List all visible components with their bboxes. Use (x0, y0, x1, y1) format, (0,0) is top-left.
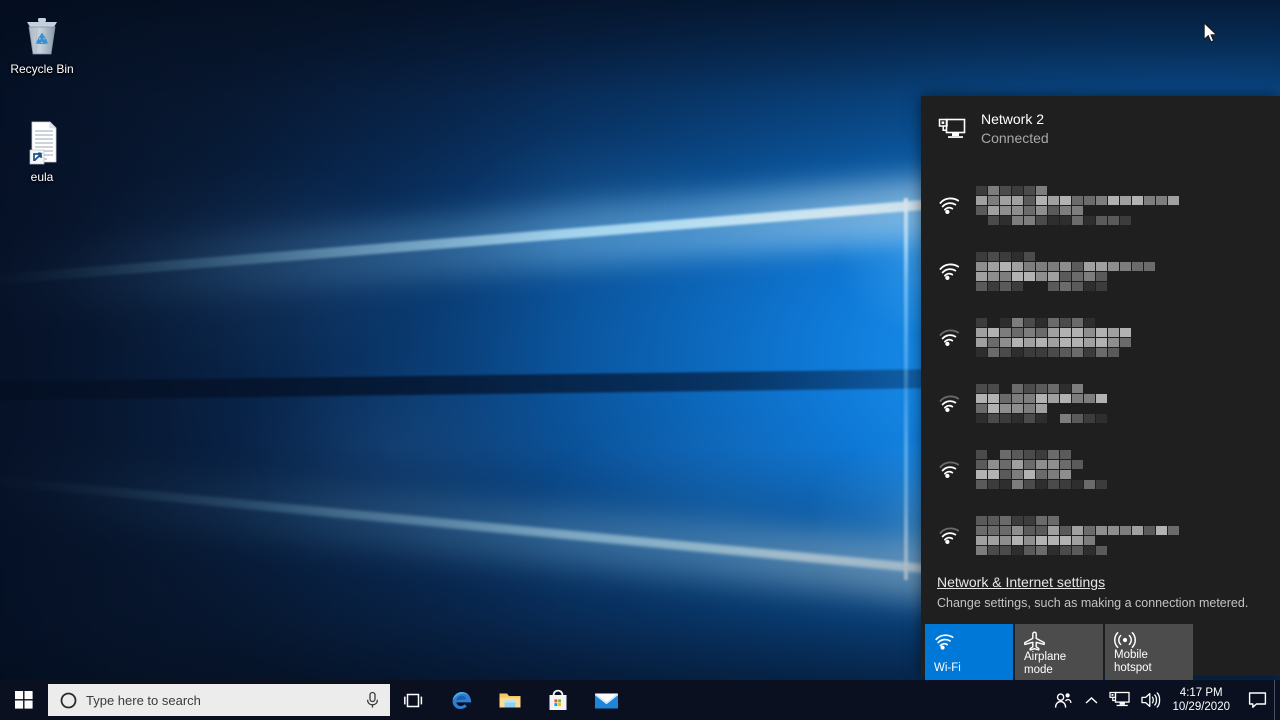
network-settings-section: Network & Internet settings Change setti… (921, 568, 1280, 624)
clock-date: 10/29/2020 (1172, 701, 1230, 713)
wifi-icon (937, 324, 963, 350)
tile-label: Airplane mode (1024, 651, 1067, 676)
task-view-icon (404, 693, 423, 707)
tile-label: Mobile hotspot (1114, 649, 1184, 675)
wifi-icon (937, 258, 963, 284)
tile-mobile-hotspot[interactable]: Mobile hotspot (1105, 624, 1193, 682)
network-internet-settings-link[interactable]: Network & Internet settings (937, 572, 1105, 592)
cortana-circle-icon (60, 692, 77, 708)
network-list-item[interactable] (921, 172, 1280, 238)
network-settings-description: Change settings, such as making a connec… (937, 596, 1249, 610)
microphone-icon (366, 691, 379, 708)
network-list-item[interactable] (921, 238, 1280, 304)
show-desktop-button[interactable] (1274, 680, 1280, 720)
connected-network-name: Network 2 (981, 111, 1045, 127)
taskbar-clock[interactable]: 4:17 PM 10/29/2020 (1166, 680, 1240, 720)
broadcast-icon (1114, 631, 1184, 649)
tray-volume-icon[interactable] (1135, 680, 1166, 720)
network-list-item[interactable] (921, 304, 1280, 370)
network-list-item[interactable] (921, 436, 1280, 502)
network-ssid-redacted (976, 317, 1131, 357)
airplane-icon (1024, 631, 1094, 651)
text-document-shortcut-icon (4, 118, 80, 166)
recycle-bin-icon (4, 10, 80, 58)
network-ssid-redacted (976, 449, 1107, 489)
taskbar: Type here to search 4:17 PM 10/29/2020 (0, 680, 1280, 720)
taskbar-app-file-explorer[interactable] (486, 680, 534, 720)
desktop-icon-eula[interactable]: eula (4, 118, 80, 185)
search-box[interactable]: Type here to search (48, 684, 390, 716)
network-ssid-redacted (976, 251, 1155, 291)
desktop-icon-label: eula (30, 170, 54, 184)
ethernet-monitor-icon (937, 114, 967, 144)
wifi-icon (937, 192, 963, 218)
connected-network-header[interactable]: Network 2 Connected (921, 96, 1280, 158)
network-ssid-redacted (976, 515, 1179, 555)
taskbar-app-store[interactable] (534, 680, 582, 720)
mail-envelope-icon (594, 693, 618, 708)
chevron-up-icon (1085, 696, 1098, 704)
windows-logo-icon (15, 691, 33, 709)
desktop-screen: Recycle Bin eula Network 2 Connected Net… (0, 0, 1280, 720)
tile-label-line1: Mobile (1114, 649, 1148, 661)
edge-icon (452, 692, 472, 709)
tray-people-icon[interactable] (1049, 680, 1078, 720)
wifi-icon (937, 456, 963, 482)
available-networks-list (921, 164, 1280, 568)
folder-icon (499, 693, 521, 707)
tray-network-icon[interactable] (1104, 680, 1135, 720)
wifi-icon (937, 522, 963, 548)
quick-action-tiles: Wi-Fi Airplane mode Mobile hotspot (921, 624, 1280, 682)
connected-network-status: Connected (981, 130, 1049, 146)
wifi-icon (937, 390, 963, 416)
clock-time: 4:17 PM (1179, 687, 1223, 699)
network-ssid-redacted (976, 185, 1179, 225)
desktop-icon-recycle-bin[interactable]: Recycle Bin (4, 10, 80, 77)
system-tray: 4:17 PM 10/29/2020 (1049, 680, 1280, 720)
network-flyout-panel: Network 2 Connected Network & Internet s… (921, 96, 1280, 682)
network-list-item[interactable] (921, 502, 1280, 568)
store-bag-icon (549, 689, 567, 710)
tile-wifi[interactable]: Wi-Fi (925, 624, 1013, 682)
tile-label-line2: hotspot (1114, 662, 1152, 674)
action-center-button[interactable] (1240, 680, 1274, 720)
tray-show-hidden-icons-button[interactable] (1078, 680, 1104, 720)
task-view-button[interactable] (390, 680, 438, 720)
network-list-item[interactable] (921, 370, 1280, 436)
speaker-icon (1141, 692, 1161, 708)
start-button[interactable] (0, 680, 48, 720)
search-input[interactable]: Type here to search (86, 693, 356, 708)
wifi-icon (934, 631, 1004, 651)
tile-label: Wi-Fi (934, 662, 961, 674)
speech-bubble-icon (1248, 692, 1266, 708)
taskbar-app-mail[interactable] (582, 680, 630, 720)
network-ssid-redacted (976, 383, 1107, 423)
taskbar-app-edge[interactable] (438, 680, 486, 720)
tile-airplane-mode[interactable]: Airplane mode (1015, 624, 1103, 682)
desktop-icon-label: Recycle Bin (10, 62, 74, 76)
